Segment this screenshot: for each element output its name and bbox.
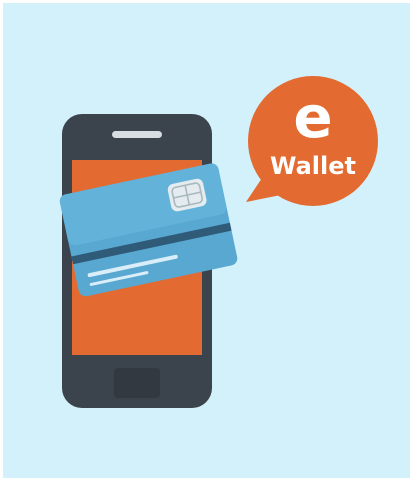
badge-letter: e bbox=[293, 83, 333, 151]
badge-word: Wallet bbox=[269, 152, 356, 180]
ewallet-illustration bbox=[59, 76, 378, 408]
phone-speaker bbox=[112, 131, 162, 138]
illustration-frame: e Wallet bbox=[0, 0, 413, 481]
ewallet-badge: e Wallet bbox=[248, 76, 378, 206]
phone-home-button bbox=[114, 368, 160, 398]
